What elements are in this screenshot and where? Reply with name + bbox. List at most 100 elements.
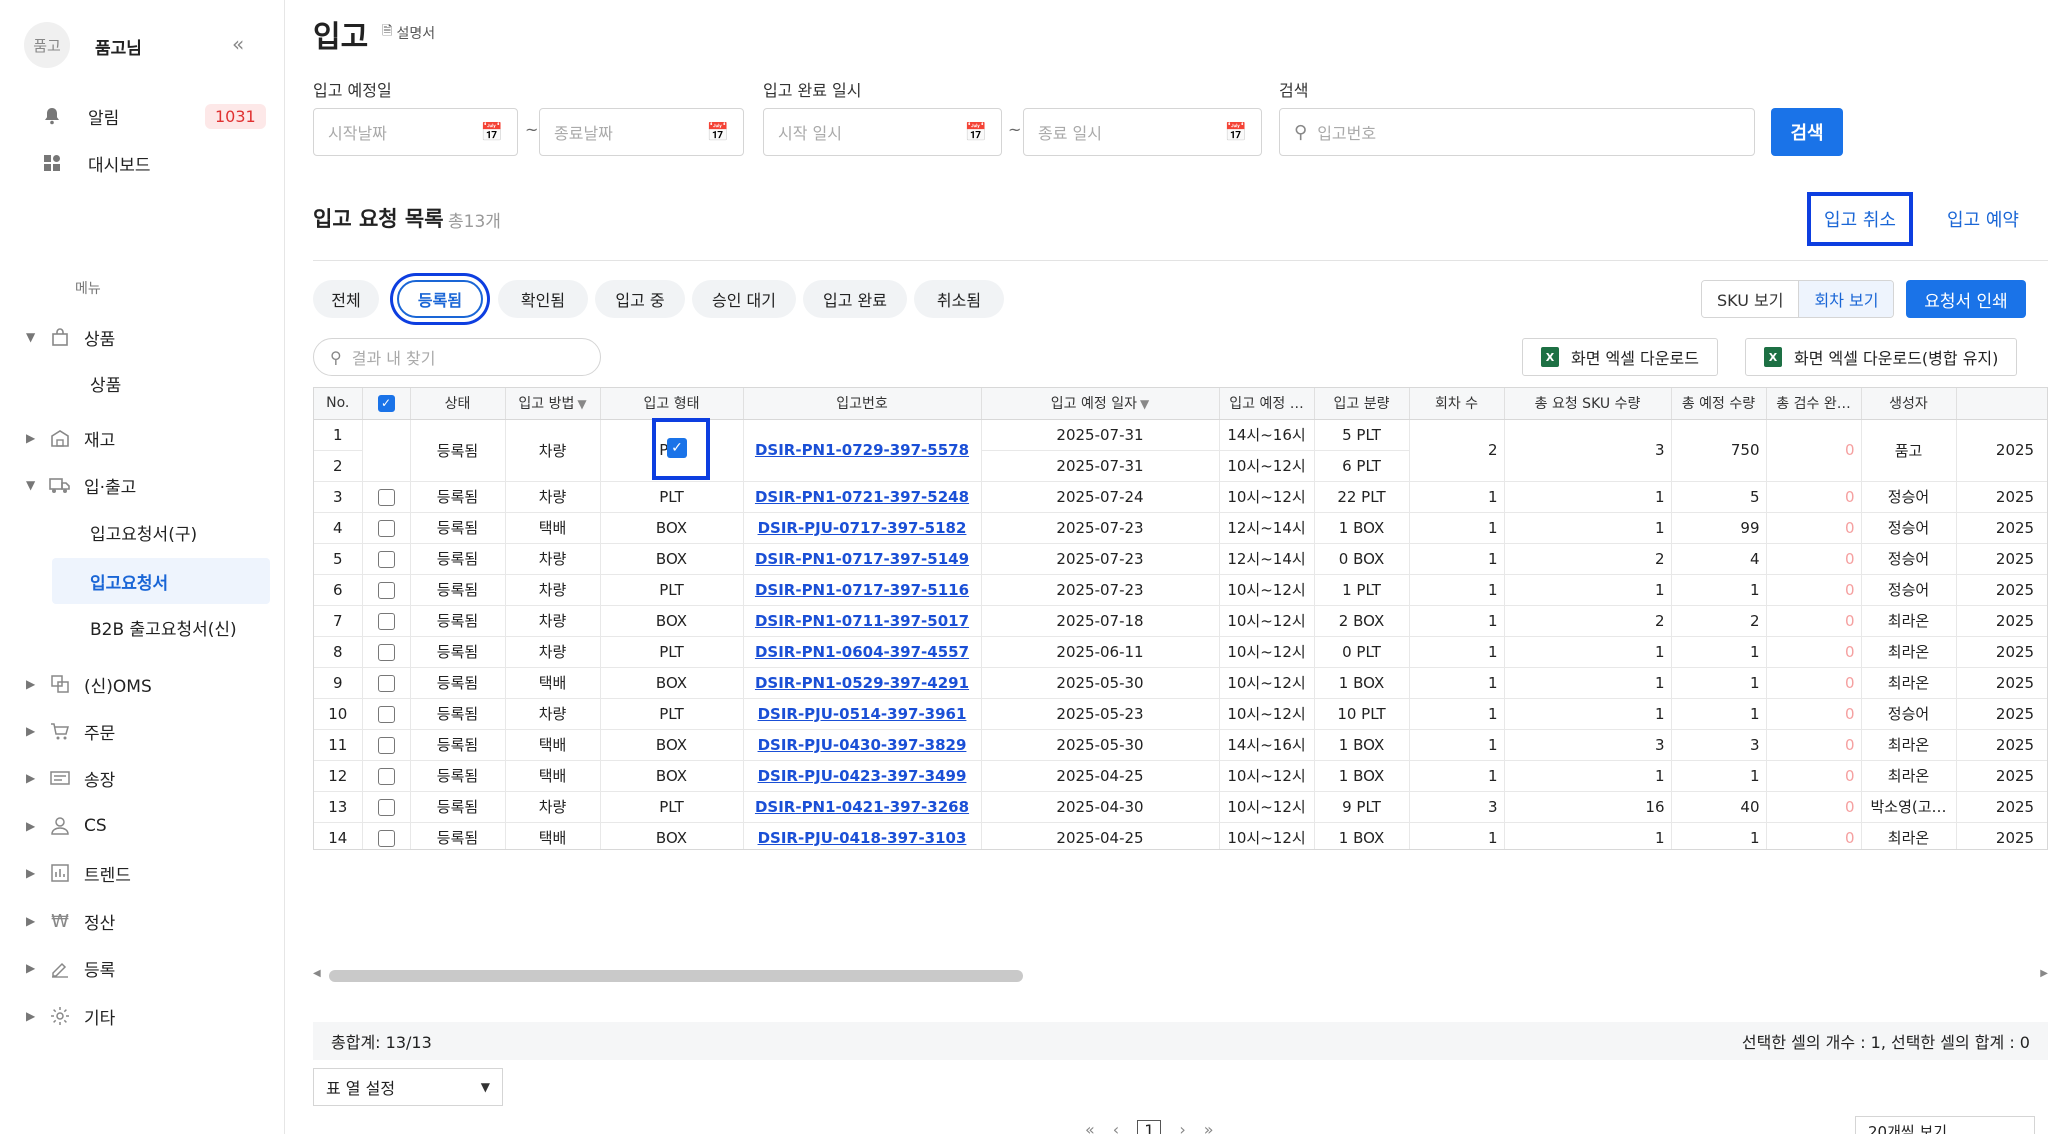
column-setting-select[interactable]: 표 열 설정 ▼ xyxy=(313,1068,503,1106)
col-status[interactable]: 상태 xyxy=(410,388,506,420)
table-row[interactable]: 5 등록됨 차량 BOX DSIR-PN1-0717-397-5149 2025-07-2… xyxy=(314,543,2047,575)
print-request-button[interactable]: 요청서 인쇄 xyxy=(1906,280,2026,318)
view-sku-button[interactable]: SKU 보기 xyxy=(1702,281,1799,317)
cell-number-link[interactable]: DSIR-PJU-0717-397-5182 xyxy=(743,512,982,544)
scheduled-start-date-input[interactable]: 시작날짜 📅 xyxy=(313,108,518,156)
next-page-button[interactable]: › xyxy=(1179,1120,1185,1134)
table-row[interactable]: 6 등록됨 차량 PLT DSIR-PN1-0717-397-5116 2025-07-2… xyxy=(314,574,2047,606)
find-in-results-input[interactable]: ⚲ 결과 내 찾기 xyxy=(313,338,601,376)
tab-inbounding[interactable]: 입고 중 xyxy=(595,280,685,318)
search-button[interactable]: 검색 xyxy=(1771,108,1843,156)
col-scheduled-time[interactable]: 입고 예정 … xyxy=(1219,388,1315,420)
row-checkbox[interactable] xyxy=(377,705,395,723)
view-round-button[interactable]: 회차 보기 xyxy=(1798,281,1894,317)
cell-select[interactable] xyxy=(362,574,411,606)
nav-register[interactable]: ▶ 등록 xyxy=(26,953,115,983)
excel-download-button[interactable]: X 화면 엑셀 다운로드 xyxy=(1522,338,1718,376)
calendar-icon[interactable]: 📅 xyxy=(481,122,503,143)
filter-icon[interactable]: ▼ xyxy=(577,397,586,411)
cell-number-link[interactable]: DSIR-PJU-0418-397-3103 xyxy=(743,822,982,849)
table-row[interactable]: 10 등록됨 차량 PLT DSIR-PJU-0514-397-3961 2025-05-… xyxy=(314,698,2047,730)
select-all-checkbox[interactable]: ✓ xyxy=(377,394,395,412)
scheduled-end-date-input[interactable]: 종료날짜 📅 xyxy=(539,108,744,156)
cell-number-link[interactable]: DSIR-PJU-0514-397-3961 xyxy=(743,698,982,730)
row-checkbox[interactable] xyxy=(377,581,395,599)
row-checkbox[interactable] xyxy=(377,829,395,847)
cancel-inbound-button[interactable]: 입고 취소 xyxy=(1807,192,1913,246)
nav-order[interactable]: ▶ 주문 xyxy=(26,716,115,746)
collapse-sidebar-icon[interactable]: « xyxy=(232,32,244,56)
col-sku-qty[interactable]: 총 요청 SKU 수량 xyxy=(1504,388,1672,420)
row-checkbox-checked[interactable]: ✓ xyxy=(667,438,687,458)
cell-number-link[interactable]: DSIR-PN1-0421-397-3268 xyxy=(743,791,982,823)
cell-number-link[interactable]: DSIR-PN1-0529-397-4291 xyxy=(743,667,982,699)
cell-select[interactable] xyxy=(362,791,411,823)
col-select-all[interactable]: ✓ xyxy=(362,388,411,420)
tab-registered[interactable]: 등록됨 xyxy=(397,280,483,318)
nav-product[interactable]: ▼ 상품 xyxy=(26,322,115,352)
sub-item-inbound-old[interactable]: 입고요청서(구) xyxy=(90,517,197,547)
col-scheduled-date[interactable]: 입고 예정 일자 ▼ xyxy=(981,388,1220,420)
manual-link[interactable]: 🗎 설명서 xyxy=(382,22,435,44)
cell-number-link[interactable]: DSIR-PJU-0430-397-3829 xyxy=(743,729,982,761)
first-page-button[interactable]: « xyxy=(1085,1120,1095,1134)
nav-oms[interactable]: ▶ (신)OMS xyxy=(26,669,152,699)
tab-completed[interactable]: 입고 완료 xyxy=(803,280,907,318)
nav-stock[interactable]: ▶ 재고 xyxy=(26,423,115,453)
tab-cancelled[interactable]: 취소됨 xyxy=(914,280,1004,318)
row-checkbox[interactable] xyxy=(377,612,395,630)
col-number[interactable]: 입고번호 xyxy=(743,388,982,420)
col-quantity[interactable]: 입고 분량 xyxy=(1314,388,1410,420)
cell-select[interactable] xyxy=(362,729,411,761)
sidebar-dashboard[interactable]: 대시보드 xyxy=(40,148,151,178)
calendar-icon[interactable]: 📅 xyxy=(965,122,987,143)
nav-trend[interactable]: ▶ 트렌드 xyxy=(26,858,131,888)
completed-start-time-input[interactable]: 시작 일시 📅 xyxy=(763,108,1002,156)
nav-cs[interactable]: ▶ CS xyxy=(26,811,107,841)
sub-item-product[interactable]: 상품 xyxy=(90,368,121,398)
nav-etc[interactable]: ▶ 기타 xyxy=(26,1001,115,1031)
current-page[interactable]: 1 xyxy=(1137,1120,1162,1134)
reserve-inbound-button[interactable]: 입고 예약 xyxy=(1928,197,2038,241)
cell-number-link[interactable]: DSIR-PJU-0423-397-3499 xyxy=(743,760,982,792)
cell-select[interactable] xyxy=(362,698,411,730)
table-row[interactable]: 14 등록됨 택배 BOX DSIR-PJU-0418-397-3103 2025-04-… xyxy=(314,822,2047,849)
row-checkbox[interactable] xyxy=(377,736,395,754)
cell-select[interactable] xyxy=(362,760,411,792)
cell-select[interactable] xyxy=(362,636,411,668)
scroll-right-icon[interactable]: ▶ xyxy=(2040,968,2048,979)
row-checkbox[interactable] xyxy=(377,519,395,537)
col-rounds[interactable]: 회차 수 xyxy=(1409,388,1505,420)
tab-confirmed[interactable]: 확인됨 xyxy=(498,280,588,318)
row-checkbox[interactable] xyxy=(377,767,395,785)
last-page-button[interactable]: » xyxy=(1204,1120,1214,1134)
per-page-select[interactable]: 20개씩 보기 xyxy=(1855,1116,2035,1134)
horizontal-scrollbar[interactable]: ◀ ▶ xyxy=(313,968,2048,984)
cell-number-link[interactable]: DSIR-PN1-0717-397-5116 xyxy=(743,574,982,606)
col-creator[interactable]: 생성자 xyxy=(1861,388,1957,420)
col-extra[interactable] xyxy=(1956,388,2047,420)
scroll-thumb[interactable] xyxy=(329,970,1023,982)
table-row[interactable]: 8 등록됨 차량 PLT DSIR-PN1-0604-397-4557 2025-06-1… xyxy=(314,636,2047,668)
sub-item-inbound[interactable]: 입고요청서 xyxy=(90,566,168,596)
col-type[interactable]: 입고 형태 xyxy=(600,388,744,420)
nav-invoice[interactable]: ▶ 송장 xyxy=(26,763,115,793)
completed-end-time-input[interactable]: 종료 일시 📅 xyxy=(1023,108,1262,156)
search-input[interactable]: ⚲ 입고번호 xyxy=(1279,108,1755,156)
tab-all[interactable]: 전체 xyxy=(313,280,379,318)
table-row[interactable]: 7 등록됨 차량 BOX DSIR-PN1-0711-397-5017 2025-07-1… xyxy=(314,605,2047,637)
cell-select[interactable] xyxy=(362,512,411,544)
cell-select[interactable] xyxy=(362,605,411,637)
calendar-icon[interactable]: 📅 xyxy=(707,122,729,143)
table-row[interactable]: 1 등록됨 차량 PLT DSIR-PN1-0729-397-5578 2025… xyxy=(314,419,2047,482)
table-row[interactable]: 13 등록됨 차량 PLT DSIR-PN1-0421-397-3268 2025-04-… xyxy=(314,791,2047,823)
cell-select[interactable] xyxy=(362,481,411,513)
cell-select[interactable] xyxy=(362,419,411,482)
cell-number-link[interactable]: DSIR-PN1-0604-397-4557 xyxy=(743,636,982,668)
cell-number-link[interactable]: DSIR-PN1-0721-397-5248 xyxy=(743,481,982,513)
cell-select[interactable] xyxy=(362,543,411,575)
tab-pending-approval[interactable]: 승인 대기 xyxy=(692,280,796,318)
cell-select[interactable] xyxy=(362,667,411,699)
cell-number-link[interactable]: DSIR-PN1-0729-397-5578 xyxy=(743,419,982,482)
col-no[interactable]: No. xyxy=(314,388,363,420)
